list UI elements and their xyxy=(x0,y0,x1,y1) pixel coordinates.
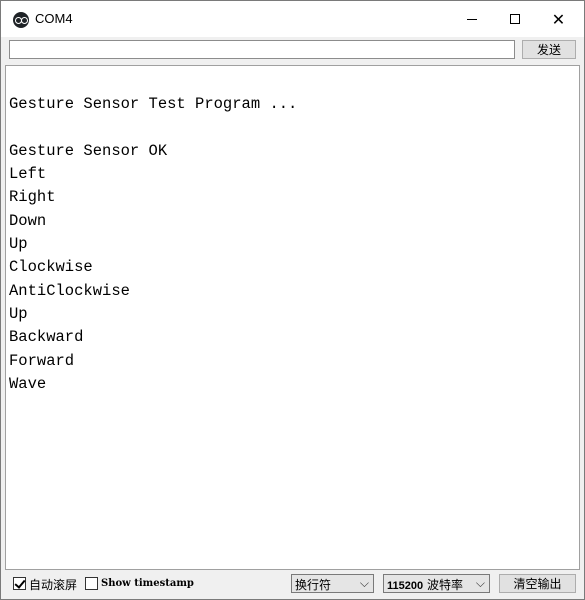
title-bar: COM4 ✕ xyxy=(1,1,584,37)
close-icon: ✕ xyxy=(551,9,566,29)
window-title: COM4 xyxy=(35,11,73,26)
output-line: Gesture Sensor Test Program ... xyxy=(9,95,298,113)
close-button[interactable]: ✕ xyxy=(536,1,581,37)
checkmark-icon xyxy=(14,577,26,589)
chevron-down-icon: ⌵ xyxy=(475,576,485,590)
line-ending-value: 换行符 xyxy=(295,578,332,592)
serial-input[interactable] xyxy=(9,40,515,59)
timestamp-checkbox[interactable] xyxy=(85,577,98,590)
line-ending-select[interactable]: 换行符 ⌵ xyxy=(291,574,374,593)
baud-rate-suffix: 波特率 xyxy=(426,578,463,592)
autoscroll-checkbox[interactable] xyxy=(13,577,26,590)
autoscroll-label[interactable]: 自动滚屏 xyxy=(29,576,77,593)
output-line: Forward xyxy=(9,352,75,370)
clear-output-button[interactable]: 清空输出 xyxy=(499,574,576,593)
send-bar: 发送 xyxy=(1,37,584,65)
output-line: Clockwise xyxy=(9,258,93,276)
minimize-icon xyxy=(466,18,477,20)
chevron-down-icon: ⌵ xyxy=(359,576,369,590)
output-line: Gesture Sensor OK xyxy=(9,142,168,160)
baud-rate-number: 115200 xyxy=(387,580,424,592)
output-line: Right xyxy=(9,188,56,206)
send-button[interactable]: 发送 xyxy=(522,40,576,59)
maximize-icon xyxy=(509,14,520,24)
output-line: Left xyxy=(9,165,47,183)
output-line: Down xyxy=(9,212,47,230)
output-line: Up xyxy=(9,305,28,323)
arduino-icon xyxy=(13,12,29,28)
serial-monitor-window: COM4 ✕ 发送 Gesture Sensor Test Program ..… xyxy=(0,0,585,600)
output-line: Up xyxy=(9,235,28,253)
baud-rate-value: 115200 波特率 xyxy=(387,576,463,593)
output-line: Wave xyxy=(9,375,47,393)
output-line: AntiClockwise xyxy=(9,282,130,300)
status-bar: 自动滚屏 Show timestamp 换行符 ⌵ 115200 波特率 ⌵ 清… xyxy=(1,570,584,599)
baud-rate-select[interactable]: 115200 波特率 ⌵ xyxy=(383,574,490,593)
maximize-button[interactable] xyxy=(492,1,537,37)
minimize-button[interactable] xyxy=(449,1,494,37)
timestamp-label[interactable]: Show timestamp xyxy=(101,578,194,589)
output-line: Backward xyxy=(9,328,84,346)
serial-output[interactable]: Gesture Sensor Test Program ... Gesture … xyxy=(5,65,580,570)
